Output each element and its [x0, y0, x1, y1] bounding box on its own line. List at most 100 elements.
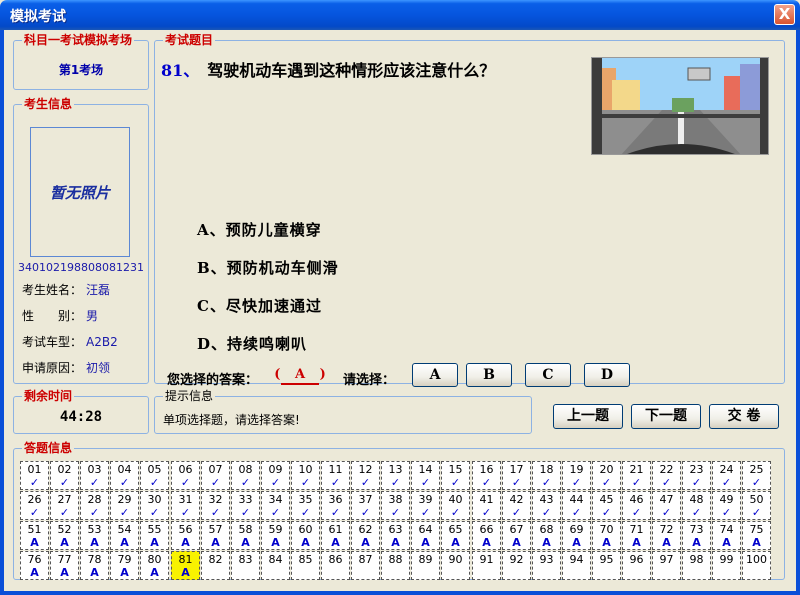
answer-cell-83[interactable]: 83 [231, 551, 260, 580]
answer-cell-90[interactable]: 90 [441, 551, 470, 580]
answer-cell-33[interactable]: 33 ✓ [231, 491, 260, 520]
answer-cell-71[interactable]: 71 A [622, 521, 651, 550]
answer-cell-96[interactable]: 96 [622, 551, 651, 580]
answer-cell-95[interactable]: 95 [592, 551, 621, 580]
answer-cell-6[interactable]: 06 ✓ [171, 461, 200, 490]
answer-cell-59[interactable]: 59 A [261, 521, 290, 550]
answer-cell-65[interactable]: 65 A [441, 521, 470, 550]
answer-cell-36[interactable]: 36 ✓ [321, 491, 350, 520]
answer-cell-77[interactable]: 77 A [50, 551, 79, 580]
answer-cell-69[interactable]: 69 A [562, 521, 591, 550]
next-question-button[interactable]: 下一题 [631, 404, 701, 429]
submit-exam-button[interactable]: 交 卷 [709, 404, 779, 429]
answer-cell-86[interactable]: 86 [321, 551, 350, 580]
prev-question-button[interactable]: 上一题 [553, 404, 623, 429]
answer-cell-61[interactable]: 61 A [321, 521, 350, 550]
answer-cell-80[interactable]: 80 A [140, 551, 169, 580]
answer-cell-85[interactable]: 85 [291, 551, 320, 580]
answer-cell-93[interactable]: 93 [532, 551, 561, 580]
answer-cell-58[interactable]: 58 A [231, 521, 260, 550]
close-button[interactable]: X [774, 4, 795, 25]
answer-cell-26[interactable]: 26 ✓ [20, 491, 49, 520]
answer-cell-78[interactable]: 78 A [80, 551, 109, 580]
answer-cell-51[interactable]: 51 A [20, 521, 49, 550]
answer-cell-37[interactable]: 37 ✓ [351, 491, 380, 520]
answer-cell-17[interactable]: 17 ✓ [502, 461, 531, 490]
answer-cell-60[interactable]: 60 A [291, 521, 320, 550]
answer-cell-100[interactable]: 100 [742, 551, 771, 580]
answer-cell-64[interactable]: 64 A [411, 521, 440, 550]
answer-cell-97[interactable]: 97 [652, 551, 681, 580]
answer-cell-99[interactable]: 99 [712, 551, 741, 580]
answer-cell-82[interactable]: 82 [201, 551, 230, 580]
answer-cell-12[interactable]: 12 ✓ [351, 461, 380, 490]
answer-cell-42[interactable]: 42 ✓ [502, 491, 531, 520]
answer-cell-38[interactable]: 38 ✓ [381, 491, 410, 520]
choice-c-button[interactable]: C [525, 363, 571, 387]
answer-cell-18[interactable]: 18 ✓ [532, 461, 561, 490]
answer-cell-44[interactable]: 44 ✓ [562, 491, 591, 520]
answer-cell-70[interactable]: 70 A [592, 521, 621, 550]
answer-cell-68[interactable]: 68 A [532, 521, 561, 550]
answer-cell-41[interactable]: 41 ✓ [472, 491, 501, 520]
answer-cell-25[interactable]: 25 ✓ [742, 461, 771, 490]
answer-cell-4[interactable]: 04 ✓ [110, 461, 139, 490]
answer-cell-24[interactable]: 24 ✓ [712, 461, 741, 490]
answer-cell-22[interactable]: 22 ✓ [652, 461, 681, 490]
answer-cell-66[interactable]: 66 A [472, 521, 501, 550]
answer-cell-91[interactable]: 91 [472, 551, 501, 580]
answer-cell-43[interactable]: 43 ✓ [532, 491, 561, 520]
answer-cell-74[interactable]: 74 A [712, 521, 741, 550]
answer-cell-73[interactable]: 73 A [682, 521, 711, 550]
answer-cell-75[interactable]: 75 A [742, 521, 771, 550]
answer-cell-21[interactable]: 21 ✓ [622, 461, 651, 490]
answer-cell-39[interactable]: 39 ✓ [411, 491, 440, 520]
answer-cell-28[interactable]: 28 ✓ [80, 491, 109, 520]
choice-b-button[interactable]: B [466, 363, 512, 387]
answer-cell-88[interactable]: 88 [381, 551, 410, 580]
answer-cell-20[interactable]: 20 ✓ [592, 461, 621, 490]
answer-cell-15[interactable]: 15 ✓ [441, 461, 470, 490]
answer-cell-34[interactable]: 34 ✓ [261, 491, 290, 520]
answer-cell-19[interactable]: 19 ✓ [562, 461, 591, 490]
answer-cell-14[interactable]: 14 ✓ [411, 461, 440, 490]
answer-cell-53[interactable]: 53 A [80, 521, 109, 550]
answer-cell-30[interactable]: 30 ✓ [140, 491, 169, 520]
answer-cell-89[interactable]: 89 [411, 551, 440, 580]
answer-cell-81[interactable]: 81 A [171, 551, 200, 580]
choice-a-button[interactable]: A [412, 363, 458, 387]
answer-cell-52[interactable]: 52 A [50, 521, 79, 550]
answer-cell-49[interactable]: 49 ✓ [712, 491, 741, 520]
answer-cell-1[interactable]: 01 ✓ [20, 461, 49, 490]
answer-cell-50[interactable]: 50 ✓ [742, 491, 771, 520]
answer-cell-11[interactable]: 11 ✓ [321, 461, 350, 490]
answer-cell-62[interactable]: 62 A [351, 521, 380, 550]
answer-cell-16[interactable]: 16 ✓ [472, 461, 501, 490]
answer-cell-7[interactable]: 07 ✓ [201, 461, 230, 490]
answer-cell-32[interactable]: 32 ✓ [201, 491, 230, 520]
answer-cell-55[interactable]: 55 A [140, 521, 169, 550]
answer-cell-27[interactable]: 27 ✓ [50, 491, 79, 520]
answer-cell-8[interactable]: 08 ✓ [231, 461, 260, 490]
answer-cell-94[interactable]: 94 [562, 551, 591, 580]
answer-cell-40[interactable]: 40 ✓ [441, 491, 470, 520]
choice-d-button[interactable]: D [584, 363, 630, 387]
answer-cell-57[interactable]: 57 A [201, 521, 230, 550]
answer-cell-72[interactable]: 72 A [652, 521, 681, 550]
answer-cell-84[interactable]: 84 [261, 551, 290, 580]
answer-cell-56[interactable]: 56 A [171, 521, 200, 550]
answer-cell-54[interactable]: 54 A [110, 521, 139, 550]
answer-cell-2[interactable]: 02 ✓ [50, 461, 79, 490]
answer-cell-87[interactable]: 87 [351, 551, 380, 580]
answer-cell-35[interactable]: 35 ✓ [291, 491, 320, 520]
answer-cell-47[interactable]: 47 ✓ [652, 491, 681, 520]
answer-cell-46[interactable]: 46 ✓ [622, 491, 651, 520]
answer-cell-76[interactable]: 76 A [20, 551, 49, 580]
answer-cell-9[interactable]: 09 ✓ [261, 461, 290, 490]
answer-cell-45[interactable]: 45 ✓ [592, 491, 621, 520]
answer-cell-5[interactable]: 05 ✓ [140, 461, 169, 490]
answer-cell-48[interactable]: 48 ✓ [682, 491, 711, 520]
answer-cell-29[interactable]: 29 ✓ [110, 491, 139, 520]
answer-cell-79[interactable]: 79 A [110, 551, 139, 580]
answer-cell-92[interactable]: 92 [502, 551, 531, 580]
